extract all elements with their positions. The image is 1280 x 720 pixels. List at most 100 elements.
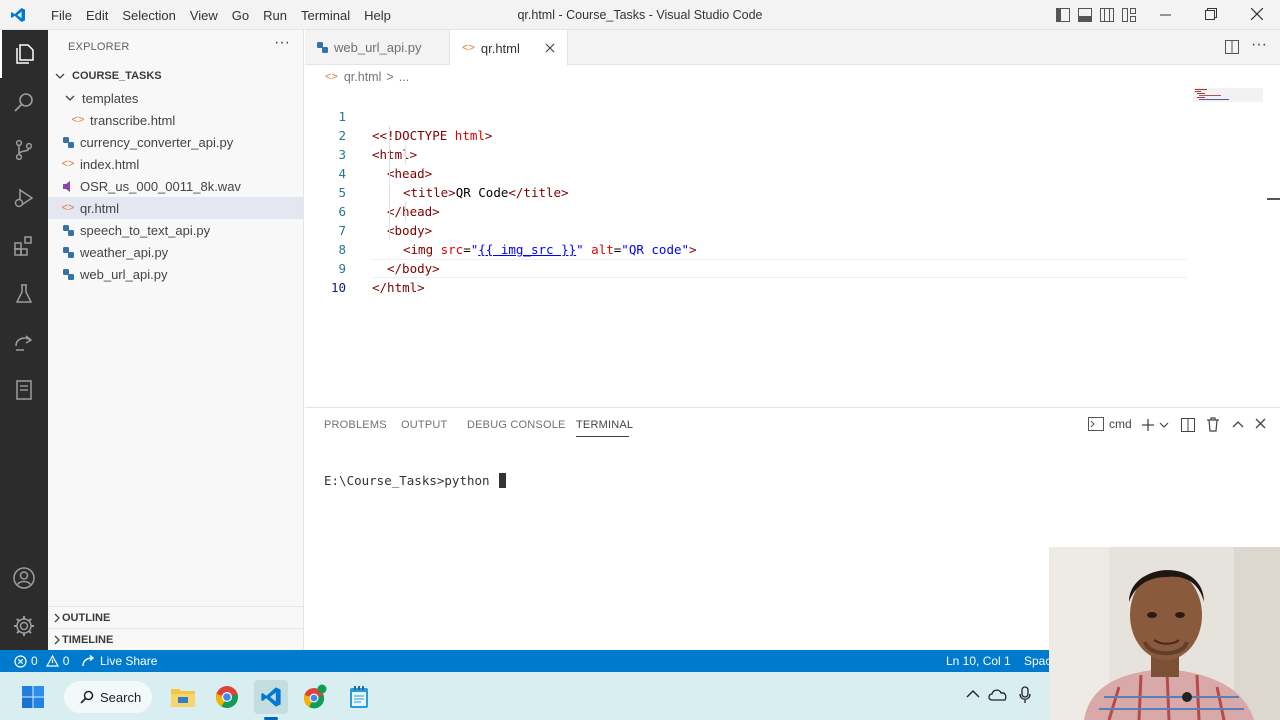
terminal-icon bbox=[1088, 417, 1104, 431]
notebook-icon[interactable] bbox=[0, 366, 48, 414]
menu-go[interactable]: Go bbox=[225, 8, 256, 23]
vscode-logo-icon[interactable] bbox=[10, 7, 26, 23]
panel-tab-debug-console[interactable]: DEBUG CONSOLE bbox=[467, 419, 566, 431]
live-share-button[interactable]: Live Share bbox=[82, 650, 157, 672]
tree-file-label: speech_to_text_api.py bbox=[80, 222, 211, 238]
tab-qr-html[interactable]: <> qr.html bbox=[450, 30, 568, 66]
extensions-icon[interactable] bbox=[0, 222, 48, 270]
code-line-8: 8 </body> bbox=[305, 221, 1280, 276]
customize-layout-icon[interactable] bbox=[1122, 8, 1136, 22]
code-line-1: 1 <<!DOCTYPE html> bbox=[305, 88, 1280, 143]
windows-start-icon[interactable] bbox=[16, 680, 50, 714]
breadcrumb: <> qr.html > ... bbox=[305, 66, 1280, 88]
taskbar-search-label: Search bbox=[100, 689, 142, 705]
toggle-primary-sidebar-icon[interactable] bbox=[1056, 8, 1070, 22]
menu-edit[interactable]: Edit bbox=[79, 8, 115, 23]
toggle-secondary-sidebar-icon[interactable] bbox=[1100, 8, 1114, 22]
editor-more-actions-icon[interactable]: ··· bbox=[1251, 36, 1267, 54]
code-line-10: 10 bbox=[305, 259, 1280, 295]
tree-folder-templates[interactable]: templates bbox=[48, 87, 303, 109]
trash-icon[interactable] bbox=[1206, 417, 1220, 432]
search-icon bbox=[80, 690, 94, 704]
split-editor-icon[interactable] bbox=[1225, 40, 1239, 54]
html-file-icon: <> bbox=[462, 42, 475, 54]
terminal-selector[interactable]: cmd bbox=[1088, 417, 1132, 431]
panel-tab-output[interactable]: OUTPUT bbox=[401, 419, 447, 431]
close-panel-icon[interactable] bbox=[1255, 418, 1266, 429]
code-line-3: 3 <head> bbox=[305, 126, 1280, 181]
menu-view[interactable]: View bbox=[183, 8, 225, 23]
html-file-icon: <> bbox=[61, 202, 75, 214]
notepad-icon[interactable] bbox=[342, 680, 376, 714]
menu-file[interactable]: File bbox=[44, 8, 79, 23]
cursor-position[interactable]: Ln 10, Col 1 bbox=[946, 650, 1011, 672]
tree-file-transcribe[interactable]: <> transcribe.html bbox=[48, 109, 303, 131]
tree-file-speech-to-text[interactable]: speech_to_text_api.py bbox=[48, 219, 303, 241]
tree-file-label: qr.html bbox=[80, 200, 120, 216]
menu-terminal[interactable]: Terminal bbox=[294, 8, 357, 23]
panel-tab-terminal[interactable]: TERMINAL bbox=[576, 419, 633, 431]
panel-tab-problems[interactable]: PROBLEMS bbox=[324, 419, 387, 431]
timeline-section[interactable]: TIMELINE bbox=[48, 628, 303, 650]
tree-file-label: weather_api.py bbox=[80, 244, 169, 260]
tree-file-wav[interactable]: OSR_us_000_0011_8k.wav bbox=[48, 175, 303, 197]
menu-help[interactable]: Help bbox=[357, 8, 398, 23]
source-control-icon[interactable] bbox=[0, 126, 48, 174]
outline-section[interactable]: OUTLINE bbox=[48, 606, 303, 628]
remote-explorer-icon[interactable] bbox=[0, 318, 48, 366]
chrome-icon[interactable] bbox=[210, 680, 244, 714]
tree-file-currency-converter[interactable]: currency_converter_api.py bbox=[48, 131, 303, 153]
close-tab-icon[interactable] bbox=[545, 43, 555, 53]
microphone-icon[interactable] bbox=[1019, 686, 1031, 704]
terminal-output[interactable]: E:\Course_Tasks>python bbox=[324, 473, 507, 488]
search-icon[interactable] bbox=[0, 78, 48, 126]
run-debug-icon[interactable] bbox=[0, 174, 48, 222]
sidebar-title: EXPLORER bbox=[68, 41, 130, 53]
minimize-icon[interactable] bbox=[1160, 8, 1172, 22]
warning-icon bbox=[45, 655, 59, 667]
gear-icon[interactable] bbox=[0, 602, 48, 650]
menu-selection[interactable]: Selection bbox=[115, 8, 182, 23]
code-line-6: 6 <body> bbox=[305, 183, 1280, 238]
more-actions-icon[interactable]: ··· bbox=[274, 34, 290, 52]
explorer-icon[interactable] bbox=[0, 30, 48, 78]
toggle-panel-icon[interactable] bbox=[1078, 8, 1092, 22]
file-explorer-icon[interactable] bbox=[166, 680, 200, 714]
testing-icon[interactable] bbox=[0, 270, 48, 318]
active-tab-underline bbox=[576, 436, 629, 437]
tree-file-index[interactable]: <> index.html bbox=[48, 153, 303, 175]
warning-count: 0 bbox=[62, 654, 70, 668]
minimap[interactable] bbox=[1193, 88, 1263, 102]
tree-file-label: OSR_us_000_0011_8k.wav bbox=[80, 178, 241, 194]
new-terminal-icon[interactable] bbox=[1141, 418, 1155, 432]
chrome-profile-icon[interactable] bbox=[298, 680, 332, 714]
chevron-down-icon bbox=[62, 93, 78, 103]
workspace-root[interactable]: COURSE_TASKS bbox=[48, 65, 303, 87]
menu-run[interactable]: Run bbox=[256, 8, 294, 23]
breadcrumb-file[interactable]: qr.html bbox=[344, 70, 382, 84]
terminal-cursor bbox=[499, 473, 507, 488]
code-token: </html> bbox=[372, 280, 425, 295]
audio-file-icon bbox=[60, 180, 76, 192]
close-window-icon[interactable] bbox=[1251, 8, 1263, 20]
split-terminal-icon[interactable] bbox=[1181, 418, 1195, 432]
breadcrumb-rest[interactable]: ... bbox=[399, 70, 409, 84]
accounts-icon[interactable] bbox=[0, 554, 48, 602]
tree-file-qr[interactable]: <> qr.html bbox=[48, 197, 303, 219]
tree-file-web-url[interactable]: web_url_api.py bbox=[48, 263, 303, 285]
tab-web-url-api[interactable]: web_url_api.py bbox=[305, 30, 450, 65]
indent-guide bbox=[405, 202, 406, 221]
restore-icon[interactable] bbox=[1205, 8, 1217, 20]
tree-file-weather[interactable]: weather_api.py bbox=[48, 241, 303, 263]
onedrive-icon[interactable] bbox=[988, 688, 1008, 701]
chevron-up-icon[interactable] bbox=[966, 689, 980, 699]
python-file-icon bbox=[60, 268, 76, 280]
indentation[interactable]: Spac bbox=[1024, 650, 1051, 672]
maximize-panel-icon[interactable] bbox=[1232, 420, 1244, 428]
code-editor[interactable]: 1 <<!DOCTYPE html> 2 <html> 3 <head> 4 <… bbox=[305, 88, 1280, 406]
problems-status[interactable]: 0 0 bbox=[14, 650, 69, 672]
vscode-taskbar-icon[interactable] bbox=[254, 680, 288, 714]
chevron-right-icon bbox=[52, 635, 62, 645]
chevron-down-icon[interactable] bbox=[1159, 421, 1169, 429]
taskbar-search[interactable]: Search bbox=[64, 681, 152, 713]
